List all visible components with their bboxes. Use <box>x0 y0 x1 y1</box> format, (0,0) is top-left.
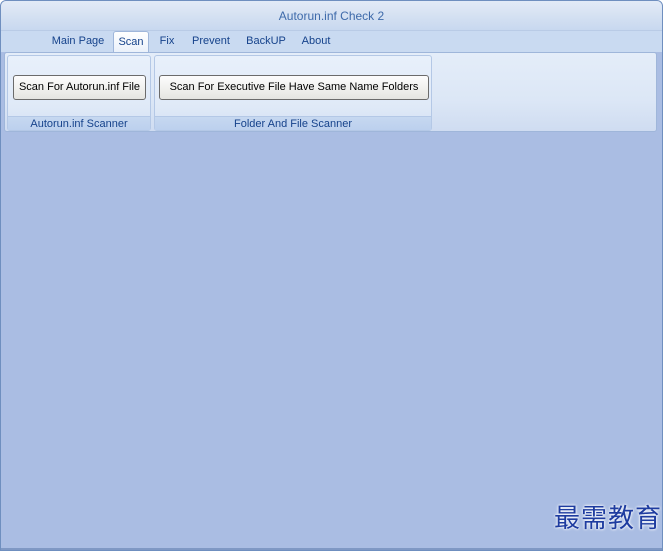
watermark-logo: 最需教育 <box>553 504 662 534</box>
window-bottom-border <box>1 548 662 550</box>
tab-about[interactable]: About <box>295 31 337 52</box>
scan-autorun-file-button[interactable]: Scan For Autorun.inf File <box>13 75 146 100</box>
tab-backup[interactable]: BackUP <box>243 31 289 52</box>
group-label-autorun-scanner: Autorun.inf Scanner <box>8 116 150 130</box>
client-area <box>1 134 662 550</box>
window-title: Autorun.inf Check 2 <box>278 9 385 23</box>
group-folder-file-scanner: Scan For Executive File Have Same Name F… <box>154 55 432 131</box>
group-label-folder-file-scanner: Folder And File Scanner <box>155 116 431 130</box>
app-window: Autorun.inf Check 2 Main Page Scan Fix P… <box>0 0 663 551</box>
tab-prevent[interactable]: Prevent <box>187 31 235 52</box>
scan-executive-file-button[interactable]: Scan For Executive File Have Same Name F… <box>159 75 429 100</box>
tab-scan[interactable]: Scan <box>113 31 149 53</box>
tab-main-page[interactable]: Main Page <box>47 31 109 52</box>
ribbon-panel-scan: Scan For Autorun.inf File Autorun.inf Sc… <box>4 52 657 132</box>
tab-fix[interactable]: Fix <box>153 31 181 52</box>
group-autorun-scanner: Scan For Autorun.inf File Autorun.inf Sc… <box>7 55 151 131</box>
ribbon-tab-strip: Main Page Scan Fix Prevent BackUP About <box>1 31 662 53</box>
title-bar[interactable]: Autorun.inf Check 2 <box>1 1 662 31</box>
